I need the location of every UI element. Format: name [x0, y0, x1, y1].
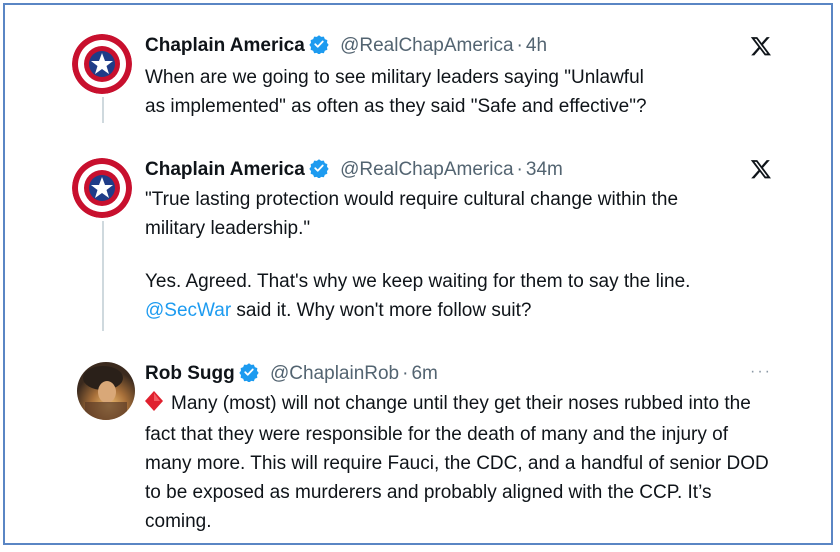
tweet-quote-text: "True lasting protection would require c… — [145, 189, 679, 239]
verified-badge-icon — [309, 34, 329, 61]
tweet-header: Chaplain America @RealChapAmerica · 4h — [145, 34, 547, 61]
profile-photo — [77, 362, 135, 420]
mention-link[interactable]: @SecWar — [145, 300, 231, 321]
timestamp[interactable]: 6m — [411, 363, 437, 384]
x-logo-icon[interactable] — [750, 35, 772, 57]
x-logo-icon[interactable] — [750, 158, 772, 180]
tweet-text: Yes. Agreed. That's why we keep waiting … — [145, 267, 805, 325]
display-name[interactable]: Rob Sugg — [145, 363, 235, 384]
thread-line — [102, 97, 104, 123]
separator-dot: · — [516, 35, 523, 56]
red-diamond-emoji-icon — [145, 391, 163, 420]
captain-america-shield-icon — [72, 158, 132, 218]
tweet-text: When are we going to see military leader… — [145, 67, 647, 117]
display-name[interactable]: Chaplain America — [145, 35, 305, 56]
screenshot-frame: Chaplain America @RealChapAmerica · 4h Whe… — [3, 3, 833, 545]
tweet-text: Many (most) will not change until they g… — [145, 389, 775, 536]
thread-line — [102, 221, 104, 331]
verified-badge-icon — [239, 362, 259, 389]
tweet-header: Rob Sugg @ChaplainRob · 6m — [145, 362, 438, 389]
separator-dot: · — [402, 363, 409, 384]
display-name[interactable]: Chaplain America — [145, 159, 305, 180]
tweet-text-content: Many (most) will not change until they g… — [145, 393, 769, 532]
captain-america-shield-icon — [72, 34, 132, 94]
avatar[interactable] — [72, 34, 132, 94]
avatar[interactable] — [77, 362, 135, 420]
more-options-icon[interactable]: ··· — [750, 363, 772, 381]
timestamp[interactable]: 4h — [526, 35, 547, 56]
user-handle[interactable]: @RealChapAmerica — [340, 35, 513, 56]
separator-dot: · — [516, 159, 523, 180]
user-handle[interactable]: @ChaplainRob — [270, 363, 399, 384]
tweet-header: Chaplain America @RealChapAmerica · 34m — [145, 158, 563, 185]
tweet-text-line: said it. Why won't more follow suit? — [231, 300, 532, 321]
tweet-text-line: Yes. Agreed. That's why we keep waiting … — [145, 271, 691, 292]
avatar[interactable] — [72, 158, 132, 218]
verified-badge-icon — [309, 158, 329, 185]
user-handle[interactable]: @RealChapAmerica — [340, 159, 513, 180]
timestamp[interactable]: 34m — [526, 159, 563, 180]
